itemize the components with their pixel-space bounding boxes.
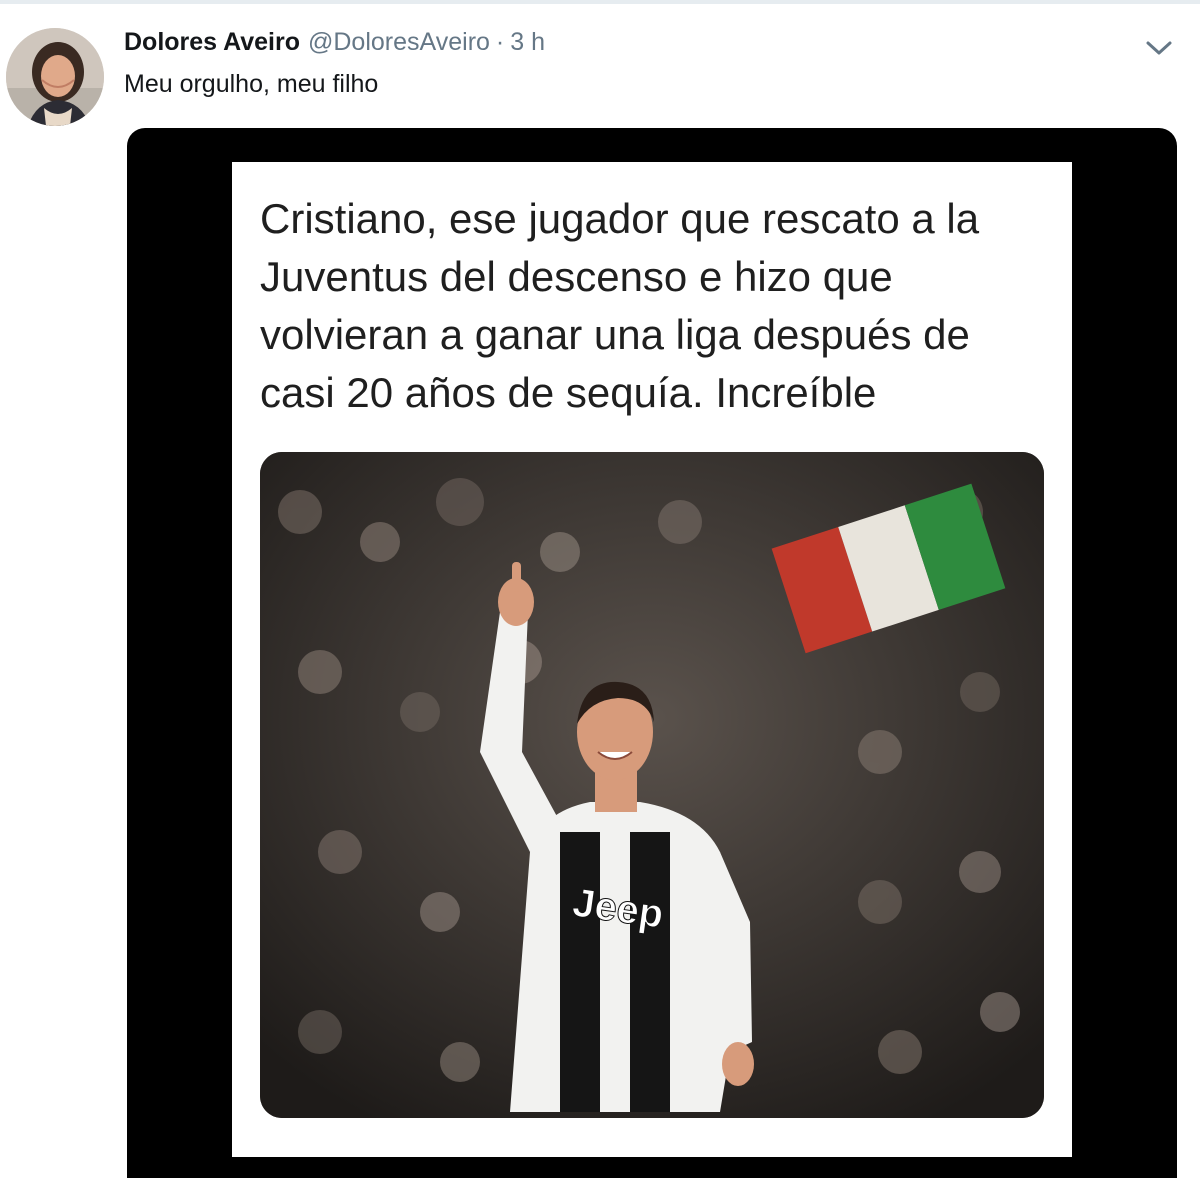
author-handle[interactable]: @DoloresAveiro <box>308 28 490 57</box>
separator-dot: · <box>495 28 505 56</box>
chevron-down-icon[interactable] <box>1144 36 1174 60</box>
tweet-media[interactable]: Cristiano, ese jugador que rescato a la … <box>127 128 1177 1178</box>
meme-card: Cristiano, ese jugador que rescato a la … <box>232 162 1072 1157</box>
meme-caption: Cristiano, ese jugador que rescato a la … <box>260 195 980 416</box>
tweet-header: Dolores Aveiro @DoloresAveiro · 3 h <box>124 28 545 62</box>
timestamp[interactable]: 3 h <box>510 28 545 57</box>
top-divider <box>0 0 1200 4</box>
avatar[interactable] <box>6 28 104 126</box>
avatar-image <box>6 28 104 126</box>
tweet-text: Meu orgulho, meu filho <box>124 70 379 98</box>
player-photo: Jeep <box>260 452 1044 1118</box>
author-name[interactable]: Dolores Aveiro <box>124 28 300 57</box>
